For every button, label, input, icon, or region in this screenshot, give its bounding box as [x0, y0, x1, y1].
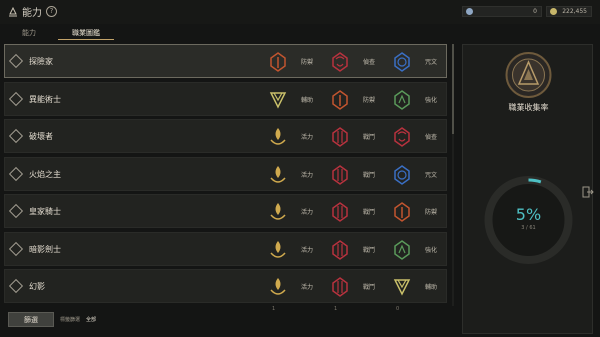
scout-emblem-icon [391, 125, 413, 149]
defense-emblem-icon [391, 200, 413, 224]
count-2: 1 [334, 306, 338, 312]
ability-icon [9, 6, 17, 16]
vitality-emblem-icon [267, 125, 289, 149]
skill-tag-label: 強化 [425, 246, 438, 254]
skill-tag-label: 防禦 [363, 96, 376, 104]
skill-tag-label: 戰鬥 [363, 134, 376, 141]
skill-tag-label: 偵查 [363, 59, 376, 66]
class-marker-icon [8, 166, 24, 181]
class-name: 探險家 [29, 57, 53, 66]
footer-bar: 1 1 0 篩選 標籤篩選 全部 [0, 306, 600, 337]
currency-coin-value: 222,455 [562, 8, 587, 15]
class-name: 破壞者 [29, 132, 53, 141]
skill-tag-label: 活力 [301, 209, 314, 216]
class-row[interactable]: 探險家 防禦 偵查 咒文 [4, 44, 447, 78]
count-3: 0 [396, 306, 400, 312]
vitality-emblem-icon [267, 275, 289, 299]
skill-tag-label: 活力 [301, 284, 314, 291]
support-emblem-icon [391, 275, 413, 299]
scout-emblem-icon [329, 50, 351, 74]
class-marker-icon [8, 203, 24, 219]
skill-tag-label: 輔助 [425, 284, 438, 291]
tag-filter-label: 標籤篩選 [60, 317, 81, 323]
spell-emblem-icon [391, 50, 413, 74]
class-name: 異能術士 [29, 94, 61, 104]
collection-panel: 職業收集率 5% 3 / 61 [462, 44, 593, 334]
tab-abilities[interactable]: 能力 [0, 26, 58, 40]
class-row[interactable]: 皇家騎士 活力 戰鬥 防禦 [4, 194, 447, 228]
exit-icon[interactable] [582, 186, 594, 198]
skill-tag-label: 戰鬥 [363, 209, 376, 216]
spell-emblem-icon [391, 163, 413, 187]
skill-tag-label: 活力 [301, 134, 314, 141]
class-row[interactable]: 異能術士 輔助 防禦 強化 [4, 81, 447, 116]
combat-emblem-icon [329, 275, 351, 299]
enhance-emblem-icon [391, 238, 413, 262]
class-marker-icon [8, 128, 24, 144]
class-row[interactable]: 破壞者 活力 戰鬥 偵查 [4, 119, 447, 153]
help-icon[interactable]: ? [46, 6, 57, 17]
combat-emblem-icon [329, 200, 351, 224]
class-row[interactable]: 火焰之主 活力 戰鬥 咒文 [4, 156, 447, 191]
class-marker-icon [8, 53, 24, 69]
wings-icon [466, 8, 473, 15]
collection-count: 3 / 61 [521, 225, 536, 231]
skill-tag-label: 戰鬥 [363, 246, 376, 254]
vitality-emblem-icon [267, 163, 289, 187]
class-list: 探險家 防禦 偵查 咒文 異能術士 輔助 防禦 強化 破壞者 活力 戰鬥 偵查 火焰之主 活力 戰鬥 咒文 皇家… [4, 44, 447, 306]
skill-tag-label: 活力 [301, 171, 314, 179]
class-marker-icon [8, 91, 24, 106]
collection-title: 職業收集率 [508, 103, 549, 112]
filter-button[interactable]: 篩選 [8, 312, 54, 327]
class-row[interactable]: 幻影 活力 戰鬥 輔助 [4, 269, 447, 303]
currency-wings-value: 0 [533, 8, 537, 15]
skill-tag-label: 咒文 [425, 59, 438, 66]
vitality-emblem-icon [267, 238, 289, 262]
collection-emblem-icon [505, 52, 552, 98]
title-group: 能力 ? [8, 4, 57, 19]
class-name: 幻影 [29, 282, 45, 291]
support-emblem-icon [267, 88, 289, 112]
top-bar: 能力 ? 0 222,455 [0, 0, 600, 24]
class-marker-icon [8, 241, 24, 256]
tab-bar: 能力 職業圖鑑 [0, 26, 114, 40]
defense-emblem-icon [267, 50, 289, 74]
tag-filter-value[interactable]: 全部 [86, 316, 96, 323]
tab-class-codex[interactable]: 職業圖鑑 [58, 26, 114, 40]
skill-tag-label: 戰鬥 [363, 171, 376, 179]
skill-tag-label: 咒文 [425, 171, 438, 179]
skill-tag-label: 偵查 [425, 134, 438, 141]
collection-percent: 5% [515, 205, 542, 224]
class-marker-icon [8, 278, 24, 294]
class-name: 皇家騎士 [29, 207, 61, 216]
combat-emblem-icon [329, 238, 351, 262]
combat-emblem-icon [329, 125, 351, 149]
scrollbar-thumb[interactable] [452, 44, 454, 134]
page-title: 能力 [22, 8, 42, 19]
count-1: 1 [272, 306, 276, 312]
skill-tag-label: 防禦 [425, 209, 438, 216]
currency-coin: 222,455 [546, 6, 592, 17]
enhance-emblem-icon [391, 88, 413, 112]
skill-tag-label: 輔助 [301, 96, 314, 104]
skill-tag-label: 強化 [425, 96, 438, 104]
skill-tag-label: 防禦 [301, 59, 314, 66]
class-name: 火焰之主 [29, 169, 61, 179]
skill-tag-label: 活力 [301, 246, 314, 254]
vitality-emblem-icon [267, 200, 289, 224]
combat-emblem-icon [329, 163, 351, 187]
defense-emblem-icon [329, 88, 351, 112]
class-name: 暗影劍士 [29, 244, 61, 254]
coin-icon [550, 8, 557, 15]
currency-wings: 0 [462, 6, 542, 17]
class-row[interactable]: 暗影劍士 活力 戰鬥 強化 [4, 231, 447, 266]
skill-tag-label: 戰鬥 [363, 284, 376, 291]
